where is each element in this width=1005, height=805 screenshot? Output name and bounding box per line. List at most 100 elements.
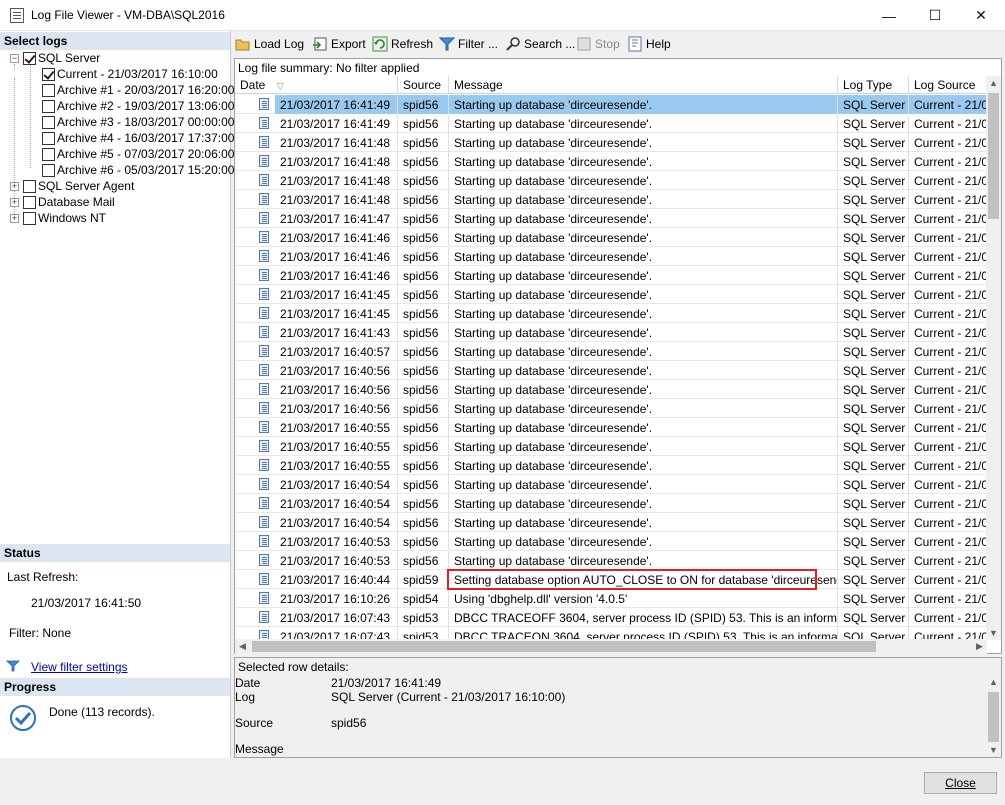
tree-item-archive-4[interactable]: Archive #4 - 16/03/2017 17:37:00 (42, 130, 234, 146)
help-button[interactable]: Help (627, 35, 671, 53)
expand-icon[interactable]: + (10, 197, 19, 207)
tree-item-sql-server-agent[interactable]: + SQL Server Agent (10, 178, 134, 194)
table-row[interactable]: 21/03/2017 16:41:48 spid56 Starting up dat… (235, 190, 987, 209)
tree-item-archive-3[interactable]: Archive #3 - 18/03/2017 00:00:00 (42, 114, 234, 130)
maximize-button[interactable]: ☐ (912, 0, 958, 31)
checkbox-archive-4[interactable] (42, 131, 55, 145)
column-header-message[interactable]: Message (449, 76, 838, 94)
details-scroll-thumb[interactable] (988, 692, 999, 742)
export-button[interactable]: Export (312, 35, 366, 53)
table-row[interactable]: 21/03/2017 16:40:55 spid56 Starting up dat… (235, 418, 987, 437)
table-row[interactable]: 21/03/2017 16:40:54 spid56 Starting up dat… (235, 513, 987, 532)
refresh-button[interactable]: Refresh (372, 35, 433, 53)
checkbox-current[interactable] (42, 67, 55, 81)
checkbox-sql-server[interactable] (23, 51, 36, 65)
tree-item-database-mail[interactable]: + Database Mail (10, 194, 115, 210)
cell-source: spid56 (398, 190, 449, 209)
table-row[interactable]: 21/03/2017 16:40:53 spid56 Starting up dat… (235, 551, 987, 570)
checkbox-archive-2[interactable] (42, 99, 55, 113)
grid-vertical-scrollbar[interactable]: ▲ ▼ (986, 76, 1001, 640)
table-row[interactable]: 21/03/2017 16:40:55 spid56 Starting up dat… (235, 456, 987, 475)
table-row[interactable]: 21/03/2017 16:07:43 spid53 DBCC TRACEON 36… (235, 627, 987, 639)
table-row[interactable]: 21/03/2017 16:41:46 spid56 Starting up dat… (235, 247, 987, 266)
scroll-up-icon[interactable]: ▲ (986, 677, 1001, 687)
details-vertical-scrollbar[interactable]: ▲ ▼ (986, 675, 1001, 757)
cell-log-type: SQL Server (838, 380, 909, 399)
table-row[interactable]: 21/03/2017 16:40:56 spid56 Starting up dat… (235, 380, 987, 399)
cell-date: 21/03/2017 16:40:54 (275, 475, 398, 494)
cell-log-type: SQL Server (838, 228, 909, 247)
table-row[interactable]: 21/03/2017 16:07:43 spid53 DBCC TRACEOFF 3… (235, 608, 987, 627)
column-header-log-type[interactable]: Log Type (838, 76, 909, 94)
view-filter-settings-link[interactable]: View filter settings (31, 660, 128, 674)
table-row[interactable]: 21/03/2017 16:41:49 spid56 Starting up dat… (235, 95, 987, 114)
stop-button[interactable]: Stop (576, 35, 620, 53)
tree-item-sql-server[interactable]: − SQL Server (10, 50, 100, 66)
table-row[interactable]: 21/03/2017 16:41:47 spid56 Starting up dat… (235, 209, 987, 228)
log-entry-icon (259, 440, 269, 452)
expand-icon[interactable]: + (10, 213, 19, 223)
scroll-down-icon[interactable]: ▼ (986, 628, 1001, 638)
table-row[interactable]: 21/03/2017 16:40:56 spid56 Starting up dat… (235, 361, 987, 380)
table-row[interactable]: 21/03/2017 16:40:54 spid56 Starting up dat… (235, 494, 987, 513)
column-header-log-source[interactable]: Log Source (909, 76, 987, 94)
table-row[interactable]: 21/03/2017 16:40:56 spid56 Starting up dat… (235, 399, 987, 418)
stop-label: Stop (595, 37, 620, 51)
checkbox-archive-3[interactable] (42, 115, 55, 129)
tree-item-archive-2[interactable]: Archive #2 - 19/03/2017 13:06:00 (42, 98, 234, 114)
grid-horizontal-scrollbar[interactable]: ◀ ▶ (235, 639, 987, 654)
table-row[interactable]: 21/03/2017 16:41:48 spid56 Starting up dat… (235, 133, 987, 152)
cell-log-source: Current - 21/03 (909, 494, 987, 513)
cell-source: spid56 (398, 475, 449, 494)
log-summary: Log file summary: No filter applied (238, 61, 420, 75)
cell-log-type: SQL Server (838, 399, 909, 418)
table-row[interactable]: 21/03/2017 16:40:55 spid56 Starting up dat… (235, 437, 987, 456)
table-row[interactable]: 21/03/2017 16:41:45 spid56 Starting up dat… (235, 304, 987, 323)
table-row[interactable]: 21/03/2017 16:10:26 spid54 Using 'dbghelp.… (235, 589, 987, 608)
log-entry-icon (259, 231, 269, 243)
checkbox-archive-1[interactable] (42, 83, 55, 97)
table-row[interactable]: 21/03/2017 16:40:54 spid56 Starting up dat… (235, 475, 987, 494)
table-row[interactable]: 21/03/2017 16:41:48 spid56 Starting up dat… (235, 171, 987, 190)
filter-button[interactable]: Filter ... (439, 35, 498, 53)
horizontal-scroll-thumb[interactable] (252, 641, 876, 652)
close-button[interactable]: Close (924, 772, 997, 794)
column-header-date[interactable]: Date ▽ (235, 76, 398, 94)
table-row[interactable]: 21/03/2017 16:41:43 spid56 Starting up dat… (235, 323, 987, 342)
column-header-source[interactable]: Source (398, 76, 449, 94)
cell-date: 21/03/2017 16:41:43 (275, 323, 398, 342)
checkbox-sql-server-agent[interactable] (23, 179, 36, 193)
scroll-down-icon[interactable]: ▼ (986, 745, 1001, 755)
log-entry-icon (259, 98, 269, 110)
cell-log-source: Current - 21/03 (909, 266, 987, 285)
tree-item-archive-6[interactable]: Archive #6 - 05/03/2017 15:20:00 (42, 162, 234, 178)
load-log-button[interactable]: Load Log (235, 35, 304, 53)
tree-item-archive-5[interactable]: Archive #5 - 07/03/2017 20:06:00 (42, 146, 234, 162)
table-row[interactable]: 21/03/2017 16:41:46 spid56 Starting up dat… (235, 266, 987, 285)
expand-icon[interactable]: + (10, 181, 19, 191)
tree-item-windows-nt[interactable]: + Windows NT (10, 210, 106, 226)
table-row[interactable]: 21/03/2017 16:40:53 spid56 Starting up dat… (235, 532, 987, 551)
minimize-button[interactable]: — (866, 0, 912, 31)
filter-icon (6, 660, 20, 672)
search-button[interactable]: Search ... (505, 35, 575, 53)
close-window-button[interactable]: ✕ (958, 0, 1004, 31)
tree-item-current[interactable]: Current - 21/03/2017 16:10:00 (42, 66, 218, 82)
table-row[interactable]: 21/03/2017 16:41:48 spid56 Starting up dat… (235, 152, 987, 171)
cell-date: 21/03/2017 16:40:55 (275, 418, 398, 437)
collapse-icon[interactable]: − (10, 53, 19, 63)
filter-icon (439, 37, 455, 51)
scroll-left-icon[interactable]: ◀ (235, 641, 250, 652)
table-row[interactable]: 21/03/2017 16:41:46 spid56 Starting up dat… (235, 228, 987, 247)
checkbox-archive-5[interactable] (42, 147, 55, 161)
checkbox-archive-6[interactable] (42, 163, 55, 177)
table-row[interactable]: 21/03/2017 16:41:49 spid56 Starting up dat… (235, 114, 987, 133)
scroll-up-icon[interactable]: ▲ (986, 78, 1001, 88)
table-row[interactable]: 21/03/2017 16:41:45 spid56 Starting up dat… (235, 285, 987, 304)
tree-item-archive-1[interactable]: Archive #1 - 20/03/2017 16:20:00 (42, 82, 234, 98)
checkbox-database-mail[interactable] (23, 195, 36, 209)
vertical-scroll-thumb[interactable] (988, 93, 999, 219)
scroll-right-icon[interactable]: ▶ (972, 641, 987, 652)
table-row[interactable]: 21/03/2017 16:40:57 spid56 Starting up dat… (235, 342, 987, 361)
checkbox-windows-nt[interactable] (23, 211, 36, 225)
